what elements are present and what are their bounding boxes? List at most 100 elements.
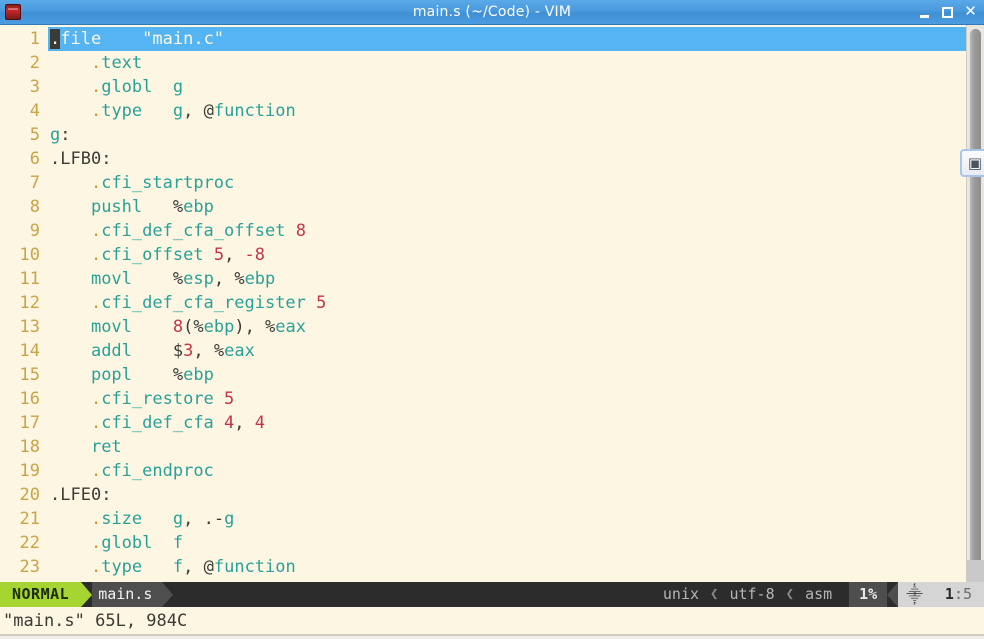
code-token: . <box>90 221 102 241</box>
line-content[interactable]: .type f, @function <box>48 555 966 579</box>
code-token: % <box>213 341 225 361</box>
line-content[interactable]: .globl g <box>48 75 966 99</box>
status-encoding: utf-8 <box>723 582 781 607</box>
code-token: cfi_def_cfa <box>101 413 214 433</box>
file-separator-icon <box>162 582 174 607</box>
line-content[interactable]: .cfi_def_cfa 4, 4 <box>48 411 966 435</box>
line-content[interactable]: .globl f <box>48 531 966 555</box>
editor-line[interactable]: 21 .size g, .-g <box>0 507 966 531</box>
pos-separator-icon <box>887 582 899 607</box>
mode-separator-icon <box>81 582 93 607</box>
code-token: movl <box>90 317 132 337</box>
code-token: cfi_offset <box>101 245 204 265</box>
line-content[interactable]: .cfi_def_cfa_offset 8 <box>48 219 966 243</box>
editor-line[interactable]: 19 .cfi_endproc <box>0 459 966 483</box>
code-token: . <box>90 509 102 529</box>
line-content[interactable]: .cfi_endproc <box>48 459 966 483</box>
text-buffer[interactable]: 1 .file "main.c" 2 .text 3 .globl g4 .type … <box>0 25 966 582</box>
code-token: 0 <box>90 149 102 169</box>
line-number: 22 <box>19 533 40 553</box>
line-content[interactable]: pushl %ebp <box>48 195 966 219</box>
line-content[interactable]: .size g, .-g <box>48 507 966 531</box>
code-token: cfi_endproc <box>101 461 214 481</box>
scrollbar-popup[interactable]: ▣ <box>960 149 984 177</box>
code-token: 5 <box>213 245 225 265</box>
line-content[interactable]: .cfi_def_cfa_register 5 <box>48 291 966 315</box>
editor-line[interactable]: 6 .LFB0: <box>0 147 966 171</box>
editor-line[interactable]: 7 .cfi_startproc <box>0 171 966 195</box>
editor-line[interactable]: 17 .cfi_def_cfa 4, 4 <box>0 411 966 435</box>
code-token: cfi_def_cfa_register <box>101 293 306 313</box>
line-content[interactable]: .type g, @function <box>48 99 966 123</box>
line-content[interactable]: movl %esp, %ebp <box>48 267 966 291</box>
scrollbar-thumb[interactable] <box>970 29 981 578</box>
code-token: , <box>183 101 204 121</box>
code-token: addl <box>90 341 132 361</box>
line-content[interactable]: .cfi_offset 5, -8 <box>48 243 966 267</box>
editor-line[interactable]: 20 .LFE0: <box>0 483 966 507</box>
status-filename[interactable]: main.s <box>92 582 163 607</box>
window-controls: ✕ <box>918 4 977 19</box>
editor-line[interactable]: 12 .cfi_def_cfa_register 5 <box>0 291 966 315</box>
line-content[interactable]: .LFB0: <box>48 147 966 171</box>
line-content[interactable]: .LFE0: <box>48 483 966 507</box>
minimize-button[interactable] <box>918 6 931 19</box>
line-content[interactable]: .cfi_startproc <box>48 171 966 195</box>
line-content[interactable]: .text <box>48 51 966 75</box>
code-token: % <box>172 269 184 289</box>
line-content[interactable]: popl %ebp <box>48 363 966 387</box>
code-token: 0 <box>90 485 102 505</box>
code-token: eax <box>224 341 255 361</box>
line-number: 15 <box>19 365 40 385</box>
editor-line[interactable]: 9 .cfi_def_cfa_offset 8 <box>0 219 966 243</box>
code-token: file <box>60 29 102 49</box>
editor-line[interactable]: 8 pushl %ebp <box>0 195 966 219</box>
command-line[interactable]: "main.s" 65L, 984C <box>0 607 984 636</box>
editor-line[interactable]: 2 .text <box>0 51 966 75</box>
close-icon[interactable]: ✕ <box>964 4 977 19</box>
maximize-button[interactable] <box>941 6 954 19</box>
editor-line[interactable]: 4 .type g, @function <box>0 99 966 123</box>
line-content[interactable]: .cfi_restore 5 <box>48 387 966 411</box>
editor-line[interactable]: 16 .cfi_restore 5 <box>0 387 966 411</box>
status-line: NORMAL main.s unix ❮ utf-8 ❮ asm 1% ⸎ 1:… <box>0 582 984 607</box>
editor-line[interactable]: 23 .type f, @function <box>0 555 966 579</box>
code-token: .LFB <box>50 149 91 169</box>
line-content[interactable]: ret <box>48 435 966 459</box>
editor-line[interactable]: 13 movl 8(%ebp), %eax <box>0 315 966 339</box>
code-token: ), <box>234 317 266 337</box>
line-content[interactable]: .file "main.c" <box>48 27 966 51</box>
editor-line[interactable]: 15 popl %ebp <box>0 363 966 387</box>
editor-line[interactable]: 5 g: <box>0 123 966 147</box>
code-token: cfi_restore <box>101 389 214 409</box>
line-content[interactable]: addl $3, %eax <box>48 339 966 363</box>
status-filler <box>173 582 657 607</box>
editor-line[interactable]: 10 .cfi_offset 5, -8 <box>0 243 966 267</box>
vertical-scrollbar[interactable]: ▣ <box>960 25 984 582</box>
code-token: , <box>234 413 255 433</box>
line-content[interactable]: g: <box>48 123 966 147</box>
editor-line[interactable]: 3 .globl g <box>0 75 966 99</box>
title-bar[interactable]: main.s (~/Code) - VIM ✕ <box>0 0 984 25</box>
line-content[interactable]: movl 8(%ebp), %eax <box>48 315 966 339</box>
editor-line[interactable]: 1 .file "main.c" <box>0 27 966 51</box>
editor-line[interactable]: 11 movl %esp, %ebp <box>0 267 966 291</box>
editor-line[interactable]: 18 ret <box>0 435 966 459</box>
line-number: 16 <box>19 389 40 409</box>
editor-line[interactable]: 14 addl $3, %eax <box>0 339 966 363</box>
editor-line[interactable]: 22 .globl f <box>0 531 966 555</box>
code-token: type <box>101 101 143 121</box>
status-filetype: asm <box>799 582 839 607</box>
